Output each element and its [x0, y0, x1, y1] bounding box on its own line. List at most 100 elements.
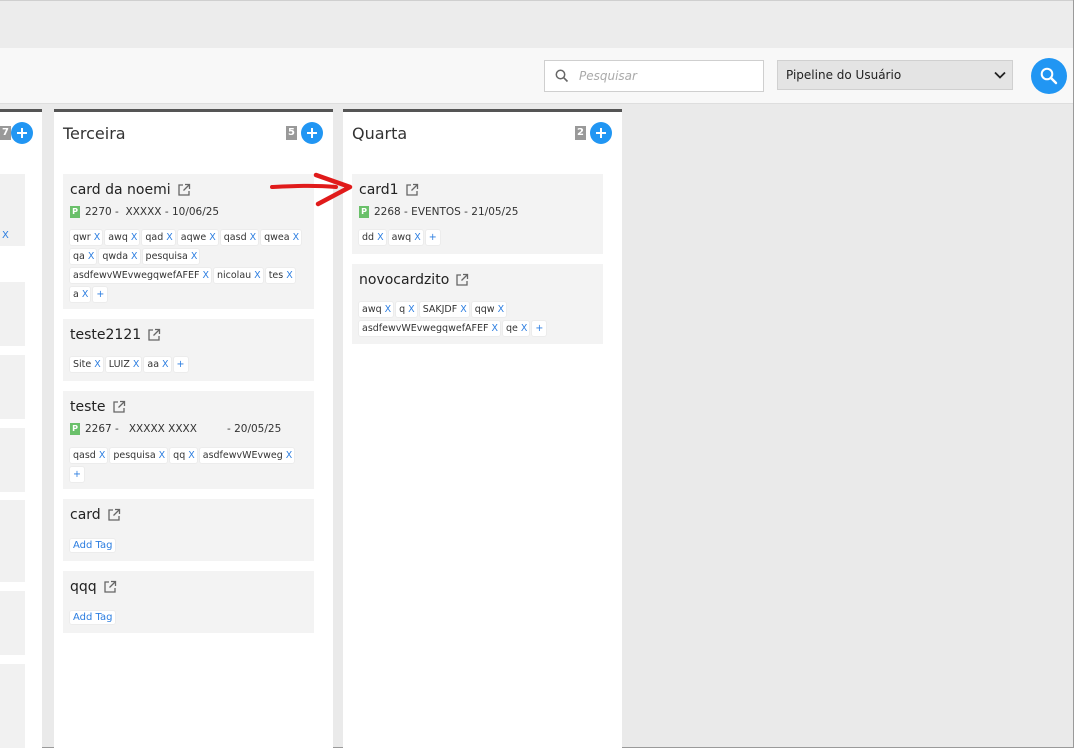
priority-badge: P	[359, 206, 369, 218]
card-title[interactable]: novocardzito	[359, 272, 469, 288]
tag: qe X	[502, 321, 530, 336]
tag-remove-x[interactable]: X	[202, 270, 209, 281]
column-partial-left: 7 X	[0, 109, 42, 748]
card-title-text: teste2121	[70, 327, 142, 343]
external-link-icon[interactable]	[405, 183, 419, 197]
add-card-button[interactable]	[11, 122, 33, 144]
add-tag-button[interactable]: Add Tag	[70, 539, 116, 552]
tag-remove-x[interactable]: X	[188, 450, 195, 461]
tag-remove-x[interactable]: X	[408, 304, 415, 315]
column-count-badge: 5	[286, 126, 297, 140]
tag-remove-x[interactable]: X	[385, 304, 392, 315]
card-meta-text: 2267 - XXXXX XXXX - 20/05/25	[85, 423, 282, 435]
tag-remove-x[interactable]: X	[286, 270, 293, 281]
tag: LUIZ X	[105, 357, 142, 372]
search-field[interactable]	[544, 60, 764, 92]
external-link-icon[interactable]	[455, 273, 469, 287]
card-title-text: card	[70, 507, 101, 523]
tag-remove-x[interactable]: X	[133, 359, 140, 370]
card-meta: P 2267 - XXXXX XXXX - 20/05/25	[70, 423, 281, 435]
tag-label: qq	[173, 450, 186, 461]
tag: pesquisa X	[110, 448, 168, 463]
card-partial[interactable]	[0, 664, 25, 748]
card-teste2121[interactable]: teste2121 Site X LUIZ X aa X +	[63, 319, 314, 381]
pipeline-select[interactable]: Pipeline do Usuário	[777, 60, 1013, 90]
tag-remove-x[interactable]: X	[99, 450, 106, 461]
add-tag-button[interactable]: +	[93, 287, 108, 302]
card-title[interactable]: qqq	[70, 579, 117, 595]
external-link-icon[interactable]	[147, 328, 161, 342]
tag-label: dd	[362, 232, 375, 243]
tag-label: q	[399, 304, 406, 315]
tag-remove-x[interactable]: X	[159, 450, 166, 461]
card-title-text: teste	[70, 399, 106, 415]
card-partial[interactable]	[0, 500, 25, 582]
external-link-icon[interactable]	[177, 183, 191, 197]
card-title[interactable]: teste	[70, 399, 126, 415]
tag-remove-x[interactable]: X	[82, 289, 89, 300]
tag-list: Site X LUIZ X aa X +	[70, 357, 310, 372]
tag-remove-x[interactable]: X	[88, 251, 95, 262]
tag-remove-x[interactable]: X	[414, 232, 421, 243]
tag-remove-x[interactable]: X	[2, 230, 9, 241]
tag-remove-x[interactable]: X	[131, 232, 138, 243]
tag-remove-x[interactable]: X	[94, 232, 101, 243]
chevron-down-icon	[994, 68, 1006, 82]
card-title[interactable]: card da noemi	[70, 182, 191, 198]
card-card1[interactable]: card1 P 2268 - EVENTOS - 21/05/25 dd X aw…	[352, 174, 603, 254]
tag-label: tes	[268, 270, 284, 281]
tag: qqw X	[471, 302, 507, 317]
card-title[interactable]: card1	[359, 182, 419, 198]
tag-label: nicolau	[216, 270, 252, 281]
tag: qa X	[70, 249, 97, 264]
tag-remove-x[interactable]: X	[293, 232, 300, 243]
search-input[interactable]	[579, 69, 754, 83]
tag-remove-x[interactable]: X	[460, 304, 467, 315]
tag-remove-x[interactable]: X	[191, 251, 198, 262]
tag-remove-x[interactable]: X	[286, 450, 293, 461]
card-card[interactable]: card Add Tag	[63, 499, 314, 561]
tag-remove-x[interactable]: X	[491, 323, 498, 334]
tag-label: qasd	[73, 450, 96, 461]
tag-label: asdfewvWEvweg	[202, 450, 283, 461]
add-tag-button[interactable]: Add Tag	[70, 611, 116, 624]
search-button[interactable]	[1031, 58, 1067, 94]
tag-label: qwea	[264, 232, 290, 243]
card-partial[interactable]	[0, 282, 25, 346]
card-title[interactable]: teste2121	[70, 327, 161, 343]
tag-remove-x[interactable]: X	[94, 359, 101, 370]
tag-remove-x[interactable]: X	[162, 359, 169, 370]
external-link-icon[interactable]	[107, 508, 121, 522]
card-novocardzito[interactable]: novocardzito awq X qX SAKJDF X qqw X asdfew…	[352, 264, 603, 344]
card-partial[interactable]: X	[0, 174, 25, 246]
tag: awq X	[359, 302, 394, 317]
tag-list: dd X awq X +	[359, 230, 599, 245]
external-link-icon[interactable]	[112, 400, 126, 414]
add-tag-button[interactable]: +	[70, 467, 84, 482]
card-teste[interactable]: teste P 2267 - XXXXX XXXX - 20/05/25 qas…	[63, 391, 314, 489]
card-partial[interactable]	[0, 355, 25, 419]
tag-remove-x[interactable]: X	[131, 251, 138, 262]
card-title[interactable]: card	[70, 507, 121, 523]
tag-remove-x[interactable]: X	[209, 232, 216, 243]
tag-remove-x[interactable]: X	[166, 232, 173, 243]
add-tag-button[interactable]: +	[173, 357, 188, 372]
external-link-icon[interactable]	[103, 580, 117, 594]
tag-remove-x[interactable]: X	[377, 232, 384, 243]
tag: qwea X	[261, 230, 302, 245]
add-tag-button[interactable]: +	[425, 230, 440, 245]
add-card-button[interactable]	[301, 122, 323, 144]
tag-remove-x[interactable]: X	[250, 232, 257, 243]
card-partial[interactable]	[0, 428, 25, 492]
tag-remove-x[interactable]: X	[254, 270, 261, 281]
card-meta-text: 2268 - EVENTOS - 21/05/25	[374, 206, 519, 218]
add-card-button[interactable]	[590, 122, 612, 144]
card-partial[interactable]	[0, 591, 25, 655]
card-qqq[interactable]: qqq Add Tag	[63, 571, 314, 633]
tag: asdfewvWEvweg X	[199, 448, 295, 463]
tag-remove-x[interactable]: X	[498, 304, 505, 315]
tag: awq X	[105, 230, 140, 245]
add-tag-button[interactable]: +	[532, 321, 547, 336]
plus-icon	[307, 128, 317, 138]
tag-remove-x[interactable]: X	[521, 323, 528, 334]
